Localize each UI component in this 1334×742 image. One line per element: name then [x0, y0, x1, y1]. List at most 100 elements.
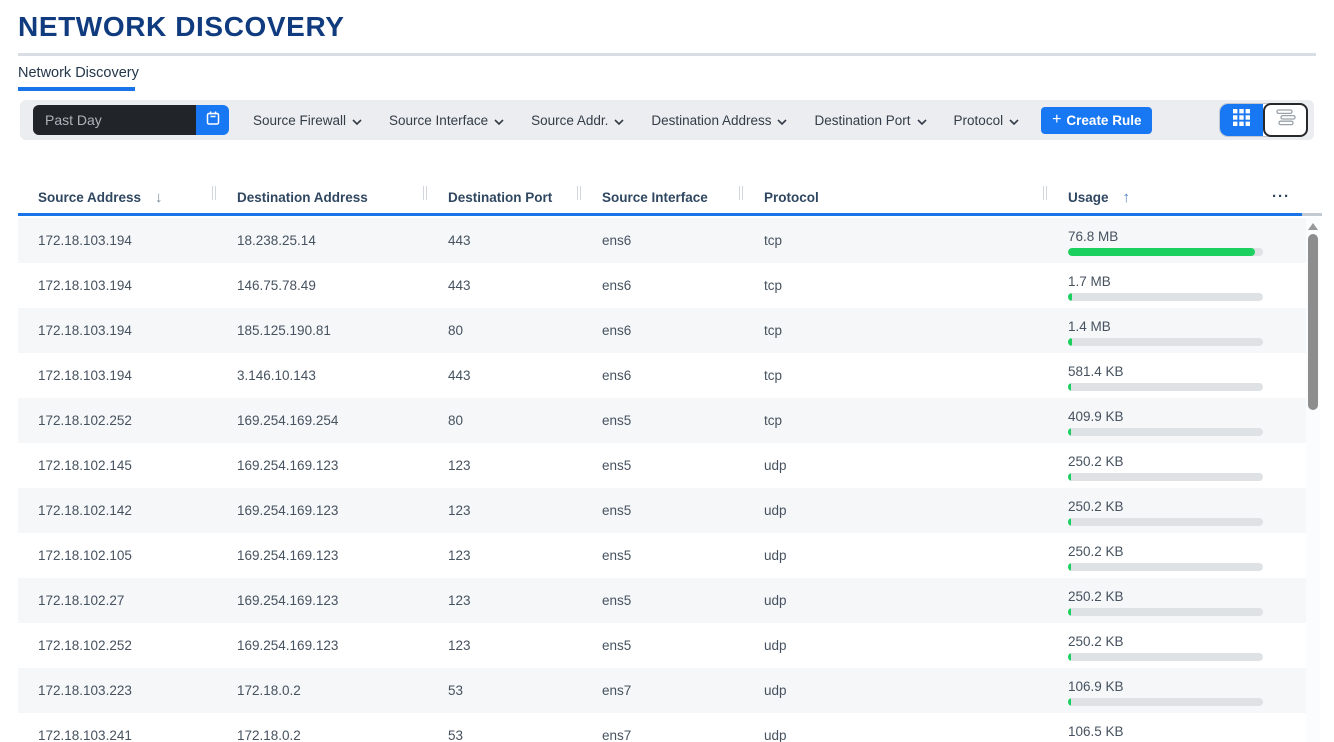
- cell-usage: 250.2 KB: [1048, 533, 1306, 578]
- cell-usage: 106.9 KB: [1048, 668, 1306, 713]
- column-header-source-address[interactable]: Source Address ↓: [18, 182, 217, 213]
- column-label: Source Interface: [602, 190, 708, 205]
- cell-source-interface: ens6: [582, 353, 744, 398]
- filter-protocol[interactable]: Protocol: [954, 113, 1020, 128]
- table-row[interactable]: 172.18.103.194 18.238.25.14 443 ens6 tcp…: [18, 218, 1306, 263]
- cell-source-address: 172.18.102.105: [18, 533, 217, 578]
- usage-value: 581.4 KB: [1068, 364, 1124, 379]
- filter-source-firewall[interactable]: Source Firewall: [253, 113, 362, 128]
- cell-source-address: 172.18.102.252: [18, 398, 217, 443]
- scrollbar-thumb[interactable]: [1308, 234, 1318, 410]
- network-discovery-app: NETWORK DISCOVERY Network Discovery Past…: [0, 0, 1334, 742]
- usage-bar-track: [1068, 428, 1263, 436]
- sort-descending-icon: ↓: [155, 189, 163, 206]
- cell-destination-address: 146.75.78.49: [217, 263, 428, 308]
- calendar-button[interactable]: [196, 105, 229, 135]
- column-header-protocol[interactable]: Protocol: [744, 182, 1048, 213]
- table-row[interactable]: 172.18.102.252 169.254.169.254 80 ens5 t…: [18, 398, 1306, 443]
- column-resize-handle[interactable]: [212, 186, 216, 200]
- cell-destination-address: 169.254.169.123: [217, 533, 428, 578]
- cell-destination-port: 443: [428, 353, 582, 398]
- cell-protocol: udp: [744, 443, 1048, 488]
- date-range-input[interactable]: Past Day: [33, 105, 196, 135]
- cell-source-address: 172.18.103.194: [18, 218, 217, 263]
- usage-bar-fill: [1068, 248, 1255, 256]
- table-row[interactable]: 172.18.102.145 169.254.169.123 123 ens5 …: [18, 443, 1306, 488]
- usage-value: 250.2 KB: [1068, 589, 1124, 604]
- table-row[interactable]: 172.18.103.194 146.75.78.49 443 ens6 tcp…: [18, 263, 1306, 308]
- filter-label: Source Interface: [389, 113, 488, 128]
- column-header-destination-port[interactable]: Destination Port: [428, 182, 582, 213]
- header-underline: [18, 213, 1302, 216]
- usage-bar-track: [1068, 563, 1263, 571]
- cell-usage: 409.9 KB: [1048, 398, 1306, 443]
- usage-value: 250.2 KB: [1068, 499, 1124, 514]
- scroll-up-arrow-icon[interactable]: [1308, 223, 1318, 230]
- cell-destination-address: 172.18.0.2: [217, 713, 428, 742]
- cell-source-address: 172.18.103.241: [18, 713, 217, 742]
- vertical-scrollbar[interactable]: [1306, 218, 1320, 742]
- table-row[interactable]: 172.18.103.223 172.18.0.2 53 ens7 udp 10…: [18, 668, 1306, 713]
- cell-protocol: udp: [744, 713, 1048, 742]
- usage-bar-track: [1068, 608, 1263, 616]
- column-label: Destination Port: [448, 190, 552, 205]
- table-row[interactable]: 172.18.103.241 172.18.0.2 53 ens7 udp 10…: [18, 713, 1306, 742]
- cell-destination-port: 80: [428, 398, 582, 443]
- table-header-row: Source Address ↓ Destination Address Des…: [18, 182, 1306, 213]
- usage-bar-track: [1068, 293, 1263, 301]
- cell-destination-address: 3.146.10.143: [217, 353, 428, 398]
- date-range-group: Past Day: [33, 105, 229, 135]
- filter-destination-port[interactable]: Destination Port: [814, 113, 926, 128]
- table-row[interactable]: 172.18.102.252 169.254.169.123 123 ens5 …: [18, 623, 1306, 668]
- cell-destination-port: 123: [428, 488, 582, 533]
- usage-value: 76.8 MB: [1068, 229, 1118, 244]
- table-row[interactable]: 172.18.103.194 3.146.10.143 443 ens6 tcp…: [18, 353, 1306, 398]
- column-header-usage[interactable]: Usage ↑: [1048, 182, 1306, 213]
- usage-bar-track: [1068, 338, 1263, 346]
- filter-dropdowns: Source Firewall Source Interface Source …: [253, 113, 1019, 128]
- cell-destination-port: 443: [428, 218, 582, 263]
- cell-source-address: 172.18.102.145: [18, 443, 217, 488]
- cell-source-interface: ens6: [582, 218, 744, 263]
- filter-source-addr[interactable]: Source Addr.: [531, 113, 624, 128]
- cell-destination-address: 172.18.0.2: [217, 668, 428, 713]
- cell-protocol: tcp: [744, 353, 1048, 398]
- cell-source-interface: ens7: [582, 713, 744, 742]
- column-header-destination-address[interactable]: Destination Address: [217, 182, 428, 213]
- cell-source-address: 172.18.103.223: [18, 668, 217, 713]
- tab-network-discovery[interactable]: Network Discovery: [18, 65, 139, 81]
- column-menu-ellipsis-icon[interactable]: ···: [1272, 182, 1290, 210]
- usage-bar-fill: [1068, 338, 1072, 346]
- cell-source-address: 172.18.102.27: [18, 578, 217, 623]
- usage-value: 409.9 KB: [1068, 409, 1124, 424]
- cell-destination-port: 123: [428, 578, 582, 623]
- view-toggle-group: [1219, 103, 1308, 137]
- column-resize-handle[interactable]: [577, 186, 581, 200]
- usage-bar-fill: [1068, 608, 1071, 616]
- usage-value: 1.7 MB: [1068, 274, 1111, 289]
- cell-source-interface: ens5: [582, 443, 744, 488]
- table-view-button[interactable]: [1220, 104, 1263, 136]
- page-title: NETWORK DISCOVERY: [18, 11, 345, 43]
- cell-usage: 106.5 KB: [1048, 713, 1306, 742]
- cell-source-address: 172.18.103.194: [18, 353, 217, 398]
- column-resize-handle[interactable]: [423, 186, 427, 200]
- create-rule-label: Create Rule: [1066, 113, 1141, 128]
- table-row[interactable]: 172.18.103.194 185.125.190.81 80 ens6 tc…: [18, 308, 1306, 353]
- cell-source-address: 172.18.103.194: [18, 263, 217, 308]
- table-row[interactable]: 172.18.102.142 169.254.169.123 123 ens5 …: [18, 488, 1306, 533]
- cell-destination-port: 53: [428, 713, 582, 742]
- table-row[interactable]: 172.18.102.105 169.254.169.123 123 ens5 …: [18, 533, 1306, 578]
- create-rule-button[interactable]: + Create Rule: [1041, 107, 1152, 134]
- filter-destination-address[interactable]: Destination Address: [651, 113, 787, 128]
- column-header-source-interface[interactable]: Source Interface: [582, 182, 744, 213]
- cell-protocol: udp: [744, 623, 1048, 668]
- title-divider: [18, 53, 1316, 56]
- table-row[interactable]: 172.18.102.27 169.254.169.123 123 ens5 u…: [18, 578, 1306, 623]
- usage-bar-fill: [1068, 473, 1071, 481]
- filter-source-interface[interactable]: Source Interface: [389, 113, 504, 128]
- column-resize-handle[interactable]: [1043, 186, 1047, 200]
- cell-source-interface: ens5: [582, 623, 744, 668]
- column-resize-handle[interactable]: [739, 186, 743, 200]
- flow-view-button[interactable]: [1263, 103, 1308, 137]
